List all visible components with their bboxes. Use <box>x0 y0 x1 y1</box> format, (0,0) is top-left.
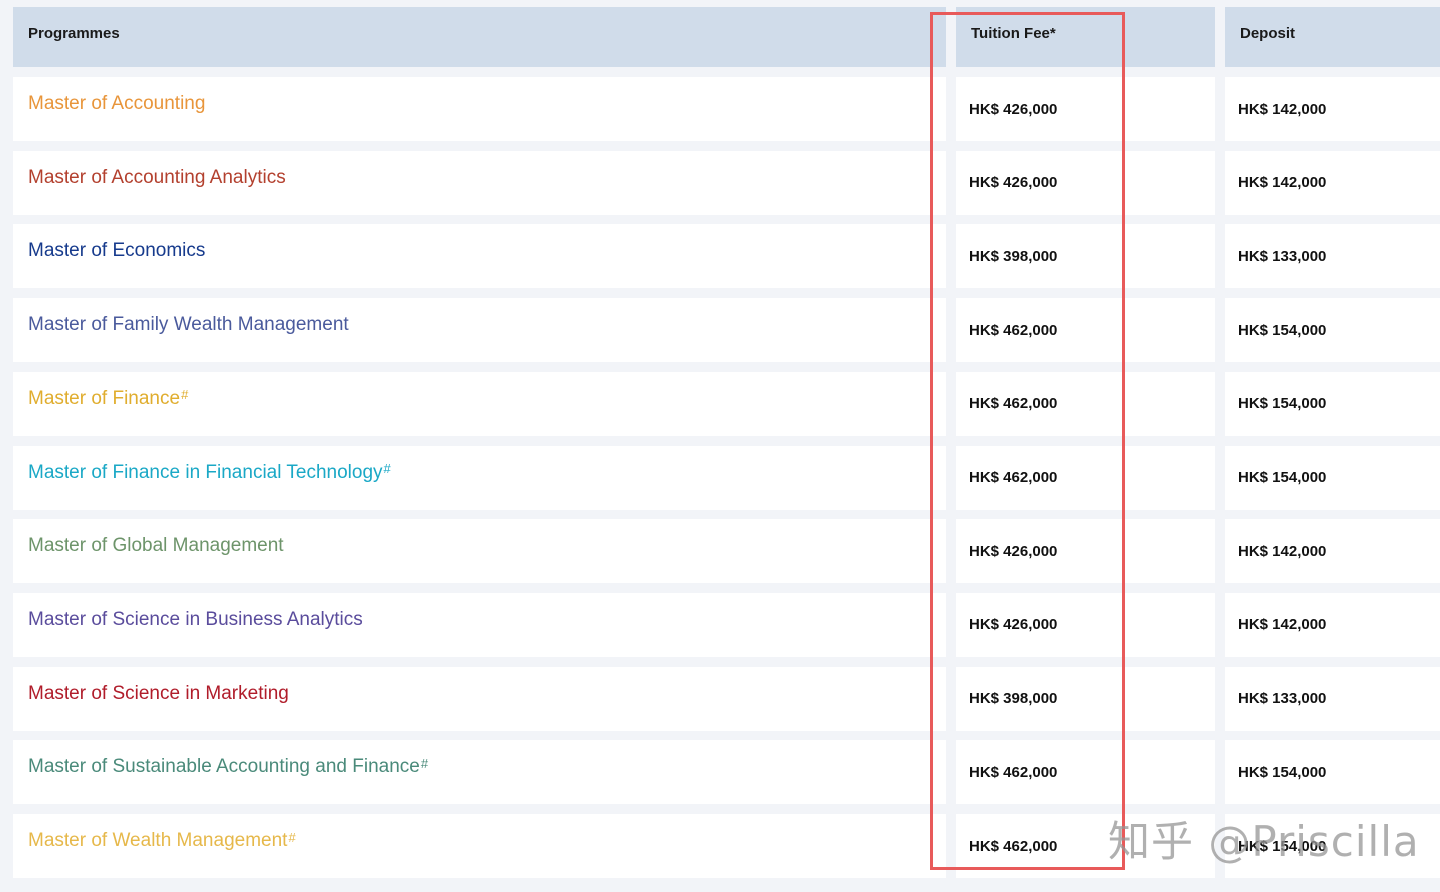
programme-link[interactable]: Master of Science in Marketing <box>28 683 289 705</box>
tuition-fee-cell: HK$ 462,000 <box>956 814 1215 878</box>
tuition-fee-cell: HK$ 462,000 <box>956 298 1215 363</box>
programme-link[interactable]: Master of Wealth Management <box>28 830 287 852</box>
footnote-mark: # <box>181 387 189 403</box>
tuition-fee-cell: HK$ 462,000 <box>956 445 1215 510</box>
table-row-programme[interactable]: Master of Sustainable Accounting and Fin… <box>13 740 946 805</box>
table-row-programme[interactable]: Master of Finance # <box>13 371 946 436</box>
deposit-cell: HK$ 133,000 <box>1225 666 1440 731</box>
programme-link[interactable]: Master of Global Management <box>28 535 284 557</box>
deposit-cell: HK$ 142,000 <box>1225 77 1440 141</box>
table-row-programme[interactable]: Master of Accounting Analytics <box>13 150 946 215</box>
footnote-mark: # <box>383 461 391 476</box>
table-row-programme[interactable]: Master of Accounting <box>13 77 946 141</box>
deposit-cell: HK$ 142,000 <box>1225 592 1440 657</box>
deposit-cell: HK$ 154,000 <box>1225 298 1440 363</box>
table-row-programme[interactable]: Master of Wealth Management # <box>13 814 946 878</box>
programme-link[interactable]: Master of Sustainable Accounting and Fin… <box>28 756 420 778</box>
tuition-fee-cell: HK$ 398,000 <box>956 666 1215 731</box>
footnote-mark: # <box>288 829 296 845</box>
programme-link[interactable]: Master of Economics <box>28 240 205 262</box>
deposit-cell: HK$ 154,000 <box>1225 371 1440 436</box>
footnote-mark: # <box>420 755 429 771</box>
tuition-fee-cell: HK$ 462,000 <box>956 371 1215 436</box>
tuition-fee-cell: HK$ 398,000 <box>956 224 1215 289</box>
table-row-programme[interactable]: Master of Science in Business Analytics <box>13 592 946 657</box>
header-programmes: Programmes <box>13 7 946 67</box>
table-row-programme[interactable]: Master of Global Management <box>13 519 946 584</box>
table-row-programme[interactable]: Master of Economics <box>13 224 946 289</box>
programme-link[interactable]: Master of Finance <box>28 388 180 410</box>
deposit-cell: HK$ 154,000 <box>1225 740 1440 805</box>
programme-link[interactable]: Master of Finance in Financial Technolog… <box>28 462 383 484</box>
tuition-fee-cell: HK$ 462,000 <box>956 740 1215 805</box>
deposit-cell: HK$ 142,000 <box>1225 519 1440 584</box>
header-deposit: Deposit <box>1225 7 1440 67</box>
table-row-programme[interactable]: Master of Family Wealth Management <box>13 298 946 363</box>
tuition-fee-cell: HK$ 426,000 <box>956 77 1215 141</box>
table-row-programme[interactable]: Master of Science in Marketing <box>13 666 946 731</box>
deposit-cell: HK$ 154,000 <box>1225 814 1440 878</box>
tuition-fee-cell: HK$ 426,000 <box>956 519 1215 584</box>
table-row-programme[interactable]: Master of Finance in Financial Technolog… <box>13 445 946 510</box>
programme-link[interactable]: Master of Accounting Analytics <box>28 167 286 189</box>
tuition-fee-cell: HK$ 426,000 <box>956 150 1215 215</box>
tuition-fee-cell: HK$ 426,000 <box>956 592 1215 657</box>
programme-link[interactable]: Master of Science in Business Analytics <box>28 609 363 631</box>
deposit-cell: HK$ 154,000 <box>1225 445 1440 510</box>
header-tuition-fee: Tuition Fee* <box>956 7 1215 67</box>
programme-link[interactable]: Master of Family Wealth Management <box>28 314 349 336</box>
programme-link[interactable]: Master of Accounting <box>28 93 205 115</box>
deposit-cell: HK$ 133,000 <box>1225 224 1440 289</box>
deposit-cell: HK$ 142,000 <box>1225 150 1440 215</box>
